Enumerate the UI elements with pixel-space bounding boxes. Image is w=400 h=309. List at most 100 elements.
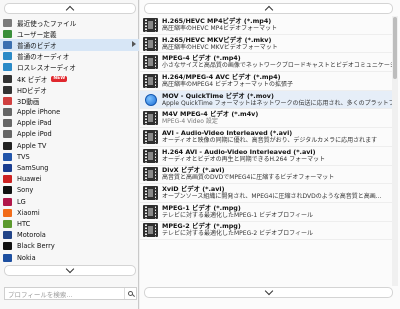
format-text: MPEG-1 ビデオ (*.mpg) テレビに対する最適化したMPEG-1 ビデオ…	[162, 204, 313, 220]
search-icon	[128, 291, 133, 296]
category-item[interactable]: 最近使ったファイル	[0, 17, 139, 28]
format-scroll-down-button[interactable]	[144, 286, 393, 298]
category-label: LG	[17, 197, 26, 206]
category-item[interactable]: HDビデオ	[0, 84, 139, 95]
category-item[interactable]: Black Berry	[0, 241, 139, 252]
category-item[interactable]: Motorola	[0, 230, 139, 241]
film-icon	[143, 204, 158, 219]
format-text: XviD ビデオ (*.avi) オープンソース組織に開発され、MPEG4に圧縮さ…	[162, 185, 381, 201]
category-label: 普通のビデオ	[17, 41, 57, 50]
category-item[interactable]: 普通のオーディオ	[0, 51, 139, 62]
format-item[interactable]: MPEG-1 ビデオ (*.mpg) テレビに対する最適化したMPEG-1 ビデオ…	[140, 203, 392, 222]
3d-icon	[3, 96, 12, 105]
category-item[interactable]: TVS	[0, 151, 139, 162]
film-icon	[143, 167, 158, 182]
chevron-up-icon	[264, 5, 273, 15]
lossless-audio-icon	[3, 63, 12, 72]
category-scroll-up-button[interactable]	[4, 3, 136, 15]
film-icon	[143, 148, 158, 163]
film-icon	[143, 73, 158, 88]
film-frame	[148, 76, 153, 85]
format-item[interactable]: AVI - Audio-Video Interleaved (*.avi) オーデ…	[140, 128, 392, 147]
ipad-icon	[3, 119, 12, 128]
film-frame	[148, 39, 153, 48]
category-item[interactable]: 3D動画	[0, 95, 139, 106]
film-icon	[143, 36, 158, 51]
category-item[interactable]: 4K ビデオ NEW	[0, 73, 139, 84]
scrollbar-thumb[interactable]	[393, 17, 397, 79]
category-item[interactable]: SamSung	[0, 162, 139, 173]
format-item[interactable]: MOV - QuickTime ビデオ (*.mov) Apple QuickTi…	[140, 90, 392, 110]
category-item[interactable]: Sony	[0, 185, 139, 196]
category-scroll-down-button[interactable]	[4, 264, 136, 276]
category-item[interactable]: Xiaomi	[0, 207, 139, 218]
film-frame	[148, 226, 153, 235]
film-frame	[148, 114, 153, 123]
format-text: AVI - Audio-Video Interleaved (*.avi) オーデ…	[162, 129, 377, 145]
apple-tv-icon	[3, 141, 12, 150]
category-item[interactable]: Apple TV	[0, 140, 139, 151]
film-frame	[148, 132, 153, 141]
nokia-icon	[3, 253, 12, 262]
category-label: Motorola	[17, 231, 46, 240]
category-item[interactable]: Nokia	[0, 252, 139, 263]
category-label: HTC	[17, 219, 31, 228]
format-item[interactable]: DivX ビデオ (*.avi) 高音質と高画質のDVDでMPEG4に圧縮するビデ…	[140, 166, 392, 185]
format-item[interactable]: H.264 AVI - Audio-Video Interleaved (*.a…	[140, 147, 392, 166]
quicktime-logo	[144, 93, 157, 106]
category-label: Black Berry	[17, 242, 55, 251]
history-icon	[3, 18, 12, 27]
samsung-icon	[3, 164, 12, 173]
category-item[interactable]: Apple iPhone	[0, 107, 139, 118]
category-item[interactable]: Apple iPod	[0, 129, 139, 140]
hd-icon	[3, 85, 12, 94]
category-label: ユーザー定義	[17, 30, 57, 39]
format-scroll-up-button[interactable]	[144, 3, 393, 15]
format-item[interactable]: M4V MPEG-4 ビデオ (*.m4v) MPEG-4 Video 設定	[140, 109, 392, 129]
profile-search-field[interactable]: プロフィールを検索...	[4, 287, 137, 300]
format-item[interactable]: H.265/HEVC MP4ビデオ (*.mp4) 高圧縮率のHEVC MP4ビデ…	[140, 16, 392, 35]
format-title: XviD ビデオ (*.avi)	[162, 185, 225, 194]
tvs-icon	[3, 152, 12, 161]
huawei-icon	[3, 175, 12, 184]
sony-icon	[3, 186, 12, 195]
format-text: H.264/MPEG-4 AVC ビデオ (*.mp4) 高圧縮率のMPEG4 ビ…	[162, 73, 293, 89]
format-title: H.264 AVI - Audio-Video Interleaved (*.a…	[162, 147, 316, 156]
category-label: 最近使ったファイル	[17, 19, 77, 28]
format-description: オーディオとビデオの再生と同期できるH.264 フォーマット	[162, 155, 326, 163]
chevron-down-icon	[264, 286, 273, 296]
search-input[interactable]: プロフィールを検索...	[8, 289, 124, 299]
format-text: MOV - QuickTime ビデオ (*.mov) Apple QuickTi…	[162, 92, 392, 108]
format-item[interactable]: H.265/HEVC MKVビデオ (*.mkv) 高圧縮率のHEVC MKVビデ…	[140, 35, 392, 54]
format-title: MPEG-1 ビデオ (*.mpg)	[162, 203, 241, 212]
search-button[interactable]	[124, 288, 136, 299]
format-text: DivX ビデオ (*.avi) 高音質と高画質のDVDでMPEG4に圧縮するビデ…	[162, 166, 334, 182]
category-label: SamSung	[17, 164, 49, 173]
category-item[interactable]: HTC	[0, 218, 139, 229]
film-frame	[148, 151, 153, 160]
format-text: H.265/HEVC MKVビデオ (*.mkv) 高圧縮率のHEVC MKVビデ…	[162, 36, 278, 52]
quicktime-icon	[143, 93, 158, 107]
format-description: Apple QuickTime フォーマットはネットワークの伝送に応用され、多く…	[162, 99, 392, 107]
category-label: Apple TV	[17, 141, 47, 150]
category-label: ロスレスオーディオ	[17, 64, 76, 73]
category-item[interactable]: LG	[0, 196, 139, 207]
category-item[interactable]: Apple iPad	[0, 118, 139, 129]
lg-icon	[3, 197, 12, 206]
category-item[interactable]: ロスレスオーディオ	[0, 62, 139, 73]
category-item[interactable]: Huawei	[0, 174, 139, 185]
format-description: MPEG-4 Video 設定	[162, 118, 218, 126]
audio-icon	[3, 52, 12, 61]
format-item[interactable]: MPEG-4 ビデオ (*.mp4) 小さなサイズと高品質の画像でネットワークブロ…	[140, 53, 392, 73]
format-item[interactable]: XviD ビデオ (*.avi) オープンソース組織に開発され、MPEG4に圧縮さ…	[140, 184, 392, 203]
category-item[interactable]: 普通のビデオ	[0, 39, 139, 51]
category-item[interactable]: ユーザー定義	[0, 28, 139, 39]
category-label: Apple iPhone	[17, 108, 61, 117]
film-icon	[143, 55, 158, 70]
category-list: 最近使ったファイル ユーザー定義 普通のビデオ 普通のオーディオロスレスオーディオ 4K…	[0, 17, 139, 263]
format-title: H.265/HEVC MP4ビデオ (*.mp4)	[162, 16, 272, 25]
format-item[interactable]: MPEG-2 ビデオ (*.mpg) テレビに対する最適化したMPEG-2 ビデオ…	[140, 222, 392, 241]
format-title: AVI - Audio-Video Interleaved (*.avi)	[162, 128, 293, 137]
format-item[interactable]: H.264/MPEG-4 AVC ビデオ (*.mp4) 高圧縮率のMPEG4 ビ…	[140, 72, 392, 91]
film-icon	[143, 186, 158, 201]
